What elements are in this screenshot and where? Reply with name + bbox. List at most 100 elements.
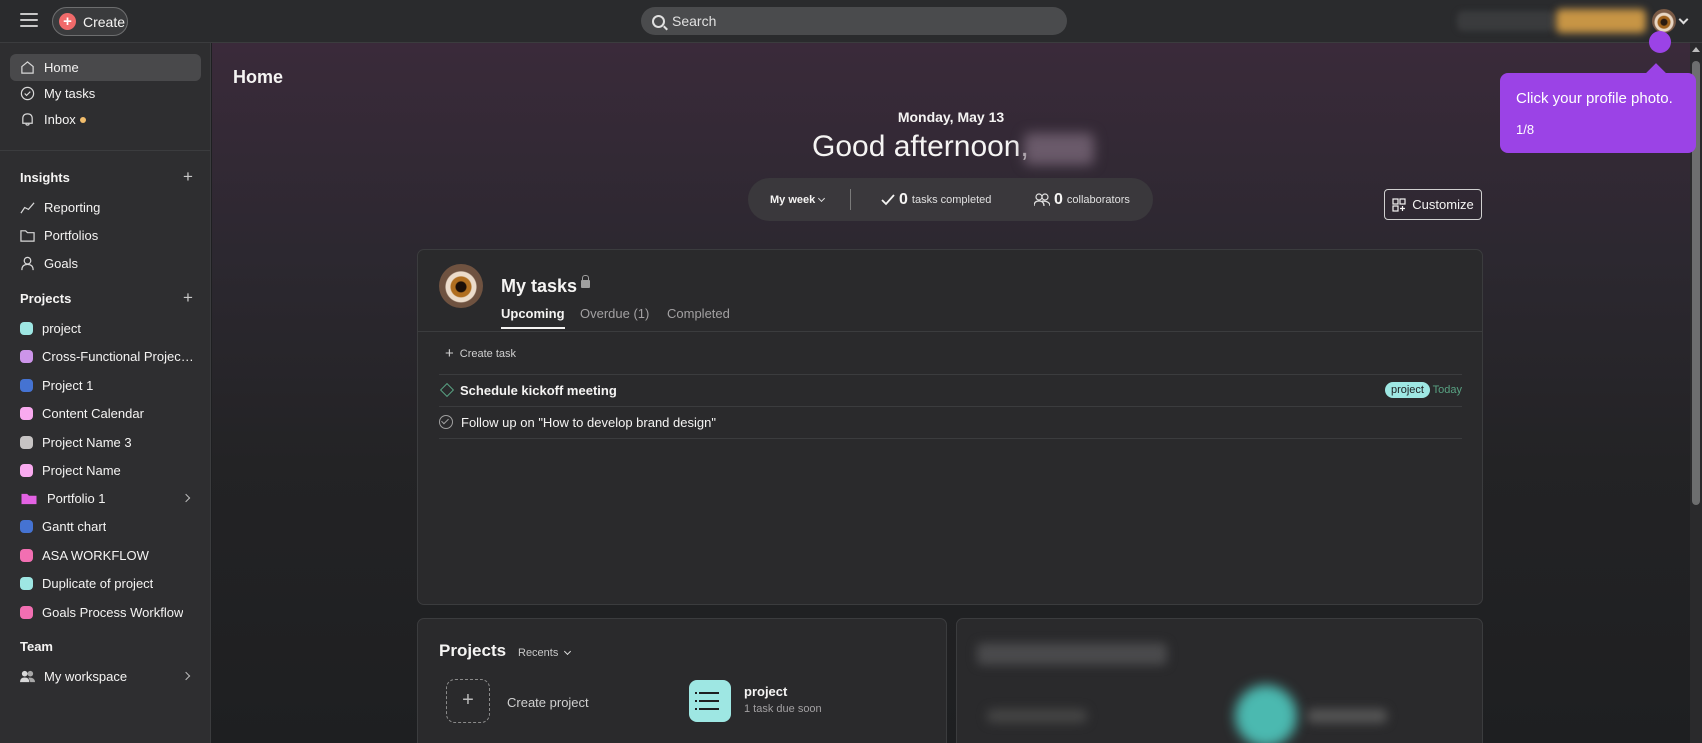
divider xyxy=(439,438,1462,439)
sidebar-item-goals[interactable]: Goals xyxy=(10,250,201,277)
home-icon xyxy=(21,61,34,74)
sidebar-project-item[interactable]: ASA WORKFLOW xyxy=(10,542,201,569)
create-button[interactable]: + Create xyxy=(52,7,128,36)
user-avatar[interactable] xyxy=(439,264,483,308)
sidebar-project-item[interactable]: Goals Process Workflow xyxy=(10,599,201,626)
tasks-completed-count: 0 xyxy=(899,190,908,208)
tab-overdue[interactable]: Overdue (1) xyxy=(580,306,649,321)
sidebar-item-label: Reporting xyxy=(44,200,101,215)
create-project-label[interactable]: Create project xyxy=(507,695,589,710)
chevron-right-icon[interactable] xyxy=(181,493,191,503)
tab-completed[interactable]: Completed xyxy=(667,306,730,321)
sidebar-item-my-workspace[interactable]: My workspace xyxy=(10,663,201,690)
sidebar-item-label: Portfolios xyxy=(44,228,99,243)
blurred-text xyxy=(987,709,1087,723)
search-placeholder: Search xyxy=(672,13,717,29)
chevron-right-icon[interactable] xyxy=(181,671,191,681)
project-color-dot xyxy=(20,577,33,590)
project-color-dot xyxy=(20,407,33,420)
collaborators-count: 0 xyxy=(1054,190,1063,208)
profile-avatar[interactable] xyxy=(1652,9,1676,33)
chevron-down-icon xyxy=(564,647,572,656)
project-color-dot xyxy=(20,520,33,533)
sidebar-project-item[interactable]: Content Calendar xyxy=(10,400,201,427)
plus-icon: + xyxy=(445,345,454,362)
sidebar-item-reporting[interactable]: Reporting xyxy=(10,194,201,221)
sidebar-item-label: Goals xyxy=(44,256,78,271)
sidebar-project-item[interactable]: project xyxy=(10,315,201,342)
sidebar-item-portfolios[interactable]: Portfolios xyxy=(10,222,201,249)
sidebar-item-label: Project Name 3 xyxy=(42,435,132,450)
customize-button[interactable]: Customize xyxy=(1384,189,1482,220)
create-label: Create xyxy=(83,13,126,30)
sidebar-item-inbox[interactable]: Inbox xyxy=(10,106,201,133)
bell-icon xyxy=(22,113,33,126)
sidebar-project-item[interactable]: Project 1 xyxy=(10,372,201,399)
sidebar-item-label: ASA WORKFLOW xyxy=(42,548,149,563)
chevron-down-icon[interactable] xyxy=(1678,14,1689,25)
sidebar: Home My tasks Inbox Insights + Reporting… xyxy=(0,43,211,743)
sidebar-portfolio-item[interactable]: Portfolio 1 xyxy=(10,485,201,512)
people-icon xyxy=(20,670,35,683)
tasks-completed-stat: 0 tasks completed xyxy=(881,191,991,209)
projects-heading: Projects xyxy=(20,291,72,306)
tab-upcoming[interactable]: Upcoming xyxy=(501,306,565,329)
project-color-dot xyxy=(20,436,33,449)
greeting-text: Good afternoon, xyxy=(812,130,1029,163)
sidebar-project-item[interactable]: Cross-Functional Project Plan xyxy=(10,343,201,370)
create-task-label: Create task xyxy=(459,347,517,360)
sidebar-item-label: My tasks xyxy=(44,86,96,101)
recents-label: Recents xyxy=(518,647,559,659)
add-project-icon[interactable]: + xyxy=(183,289,193,306)
weekly-stats-bar: My week 0 tasks completed 0 collaborator… xyxy=(748,178,1153,221)
sidebar-project-item[interactable]: Gantt chart xyxy=(10,513,201,540)
create-task-button[interactable]: + Create task xyxy=(445,345,516,362)
project-color-dot xyxy=(20,464,33,477)
sidebar-item-label: Content Calendar xyxy=(42,406,144,421)
collaborators-stat: 0 collaborators xyxy=(1034,191,1130,209)
page-title: Home xyxy=(233,67,284,87)
scroll-up-arrow-icon[interactable] xyxy=(1692,47,1700,52)
sidebar-item-my-tasks[interactable]: My tasks xyxy=(10,80,201,107)
add-insight-icon[interactable]: + xyxy=(183,168,193,185)
sidebar-item-label: Duplicate of project xyxy=(42,576,154,591)
project-list-icon[interactable] xyxy=(689,680,731,722)
sidebar-item-label: Project Name xyxy=(42,463,121,478)
search-input[interactable]: Search xyxy=(641,7,1067,35)
tour-tooltip[interactable]: Click your profile photo. 1/8 xyxy=(1500,63,1696,153)
top-bar: + Create Search xyxy=(0,0,1702,43)
task-row[interactable]: Follow up on "How to develop brand desig… xyxy=(439,407,1462,437)
tooltip-text: Click your profile photo. xyxy=(1516,90,1673,107)
blurred-user-name xyxy=(1024,133,1094,165)
milestone-diamond-icon[interactable] xyxy=(439,382,455,398)
project-tag[interactable]: project xyxy=(1384,382,1430,398)
create-project-button[interactable]: + xyxy=(446,679,490,723)
my-tasks-title[interactable]: My tasks xyxy=(501,276,577,297)
divider xyxy=(418,331,1482,332)
sidebar-item-home[interactable]: Home xyxy=(10,54,201,81)
blurred-upgrade-button[interactable] xyxy=(1556,9,1646,33)
task-row[interactable]: Schedule kickoff meeting project Today xyxy=(439,375,1462,405)
divider xyxy=(0,150,211,151)
blurred-element xyxy=(1457,11,1555,31)
hamburger-menu-icon[interactable] xyxy=(20,13,38,29)
sidebar-item-label: Home xyxy=(44,60,79,75)
grid-plus-icon xyxy=(1392,197,1406,212)
tour-beacon-dot[interactable] xyxy=(1649,31,1671,53)
sidebar-item-label: Gantt chart xyxy=(42,519,107,534)
team-heading: Team xyxy=(20,639,53,654)
projects-widget: Projects Recents + Create project projec… xyxy=(417,618,947,743)
plus-icon: + xyxy=(59,13,76,30)
recents-dropdown[interactable]: Recents xyxy=(518,647,572,659)
sidebar-project-item[interactable]: Project Name 3 xyxy=(10,429,201,456)
project-tile-name[interactable]: project xyxy=(744,684,787,699)
my-week-dropdown[interactable]: My week xyxy=(770,194,826,206)
main-content: Home Monday, May 13 Good afternoon, My w… xyxy=(212,43,1690,743)
tasks-completed-label: tasks completed xyxy=(911,193,992,206)
sidebar-project-item[interactable]: Project Name xyxy=(10,457,201,484)
sidebar-project-item[interactable]: Duplicate of project xyxy=(10,570,201,597)
blurred-avatar xyxy=(1235,685,1297,743)
complete-check-icon[interactable] xyxy=(439,415,453,429)
project-color-dot xyxy=(20,350,33,363)
insights-heading: Insights xyxy=(20,170,70,185)
